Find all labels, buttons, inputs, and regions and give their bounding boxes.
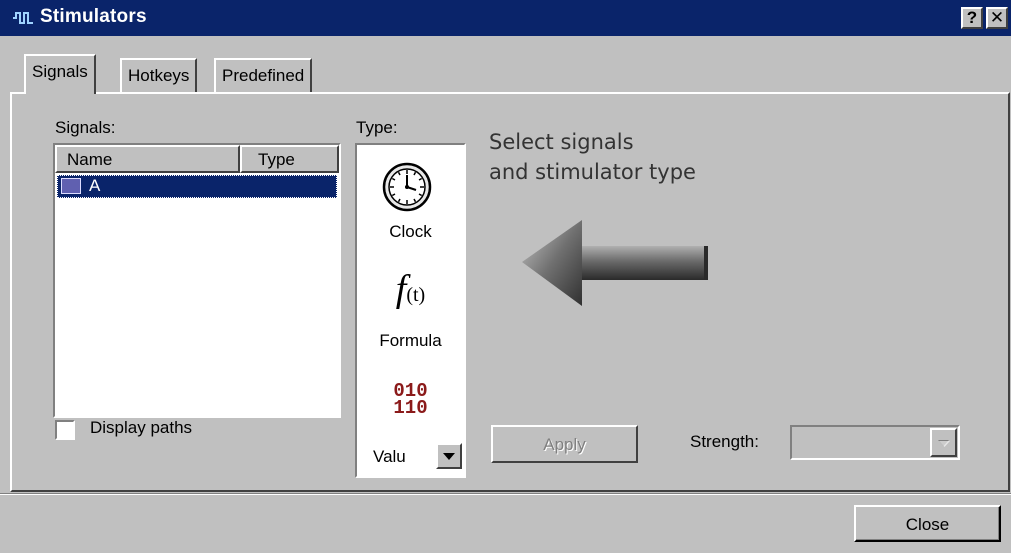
chevron-down-icon [938, 440, 950, 447]
signals-label: Signals: [55, 118, 116, 137]
tab-hotkeys[interactable]: Hotkeys [120, 58, 198, 92]
clock-label[interactable]: Clock [357, 222, 464, 242]
help-button[interactable]: ? [961, 7, 983, 29]
formula-label[interactable]: Formula [357, 331, 464, 351]
hint-text: Select signals and stimulator type [489, 127, 696, 187]
stimulator-type-list[interactable]: Clock f(t) Formula 010 110 Valu [355, 143, 466, 478]
apply-button[interactable]: Apply [491, 425, 638, 463]
title-bar[interactable]: Stimulators ? ✕ [0, 0, 1011, 36]
hint-line-2: and stimulator type [489, 160, 696, 184]
formula-t-glyph: (t) [406, 284, 426, 306]
value-label[interactable]: Valu [373, 447, 406, 467]
chevron-down-icon [443, 453, 455, 460]
formula-f-glyph: f [395, 268, 407, 310]
list-item[interactable]: A [57, 175, 337, 198]
hint-line-1: Select signals [489, 130, 634, 154]
window-close-button[interactable]: ✕ [986, 7, 1008, 29]
display-paths-label[interactable]: Display paths [90, 418, 192, 438]
signal-icon [61, 178, 81, 194]
type-scroll-down-button[interactable] [436, 443, 462, 469]
binary-value-icon[interactable]: 010 110 [357, 382, 464, 419]
column-header-type[interactable]: Type [240, 145, 339, 173]
formula-icon[interactable]: f(t) [357, 267, 464, 311]
column-header-name[interactable]: Name [55, 145, 240, 173]
strength-dropdown-button[interactable] [930, 428, 957, 457]
strength-label: Strength: [690, 432, 759, 451]
clock-icon[interactable] [381, 161, 433, 213]
display-paths-checkbox[interactable] [55, 420, 75, 440]
window-title: Stimulators [40, 6, 147, 27]
signals-list[interactable]: Name Type A [53, 143, 341, 418]
tab-signals[interactable]: Signals [24, 54, 96, 94]
binary-line-2: 110 [393, 397, 428, 419]
close-button[interactable]: Close [854, 505, 1001, 542]
arrow-left-icon [522, 220, 708, 306]
footer-divider [0, 493, 1011, 495]
waveform-icon [13, 12, 33, 24]
strength-select[interactable] [790, 425, 960, 460]
type-label: Type: [356, 118, 398, 137]
tab-predefined[interactable]: Predefined [214, 58, 313, 92]
signal-name: A [89, 176, 101, 195]
